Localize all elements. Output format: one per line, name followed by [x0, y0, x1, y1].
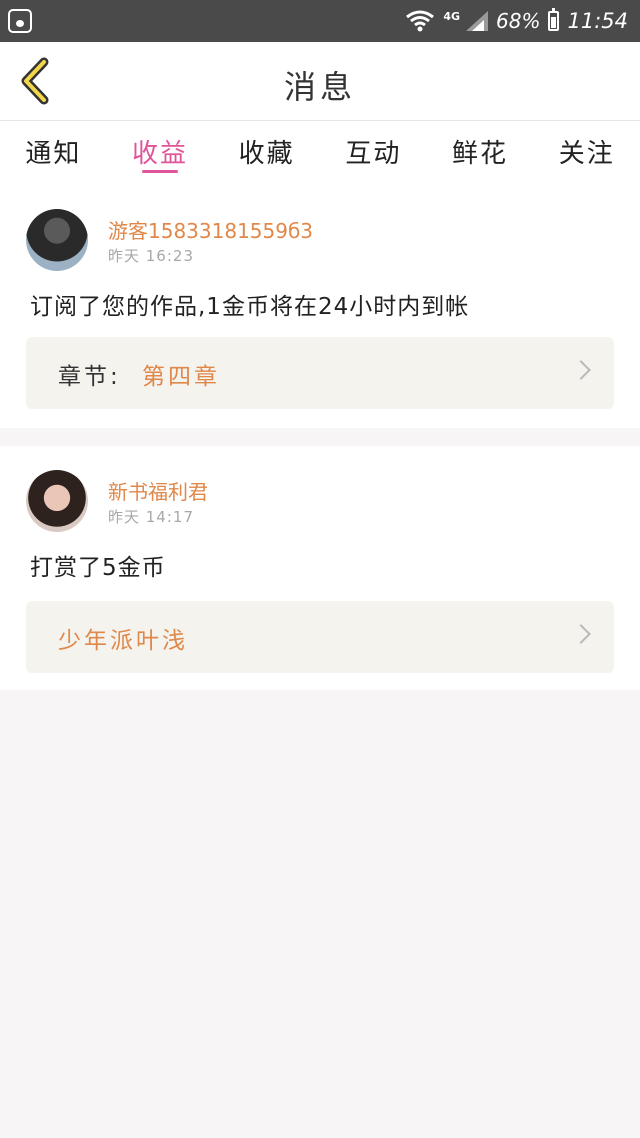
- timestamp: 昨天 14:17: [108, 508, 194, 526]
- message-text: 打赏了5金币: [30, 555, 166, 581]
- book-title: 少年派叶浅: [58, 628, 188, 654]
- signal-icon: [466, 11, 489, 31]
- chapter-link[interactable]: 章节: 第四章: [26, 337, 614, 409]
- chapter-value: 第四章: [142, 364, 220, 390]
- tab-notifications[interactable]: 通知: [0, 121, 107, 185]
- wifi-icon: [406, 10, 435, 32]
- tab-flowers[interactable]: 鲜花: [427, 121, 534, 185]
- page-title: 消息: [283, 68, 356, 106]
- avatar[interactable]: [26, 470, 88, 532]
- avatar[interactable]: [26, 209, 88, 271]
- battery-percent: 68%: [496, 9, 541, 33]
- book-link[interactable]: 少年派叶浅: [26, 601, 614, 673]
- tab-follows[interactable]: 关注: [533, 121, 640, 185]
- message-card: 游客15833181559б3 昨天 16:23 订阅了您的作品,1金币将在24…: [0, 185, 640, 428]
- tab-favorites[interactable]: 收藏: [213, 121, 320, 185]
- chapter-label: 章节:: [58, 364, 121, 390]
- tab-earnings[interactable]: 收益: [107, 121, 214, 185]
- status-bar: 4G 68% 11:54: [0, 0, 640, 42]
- clock: 11:54: [567, 9, 628, 33]
- tab-bar: 通知 收益 收藏 互动 鲜花 关注: [0, 121, 640, 185]
- battery-icon: [548, 8, 560, 31]
- tab-interactions[interactable]: 互动: [320, 121, 427, 185]
- username[interactable]: 新书福利君: [108, 476, 208, 505]
- message-card: 新书福利君 昨天 14:17 打赏了5金币 少年派叶浅: [0, 446, 640, 690]
- chevron-right-icon: [571, 624, 591, 644]
- status-indicators: 4G 68% 11:54: [405, 8, 628, 34]
- timestamp: 昨天 16:23: [108, 247, 194, 265]
- message-text: 订阅了您的作品,1金币将在24小时内到帐: [30, 294, 470, 320]
- network-type: 4G: [443, 9, 461, 23]
- header: 消息: [0, 42, 640, 121]
- baidu-paw-icon: [8, 9, 32, 33]
- username[interactable]: 游客15833181559б3: [108, 215, 313, 244]
- chevron-right-icon: [571, 360, 591, 380]
